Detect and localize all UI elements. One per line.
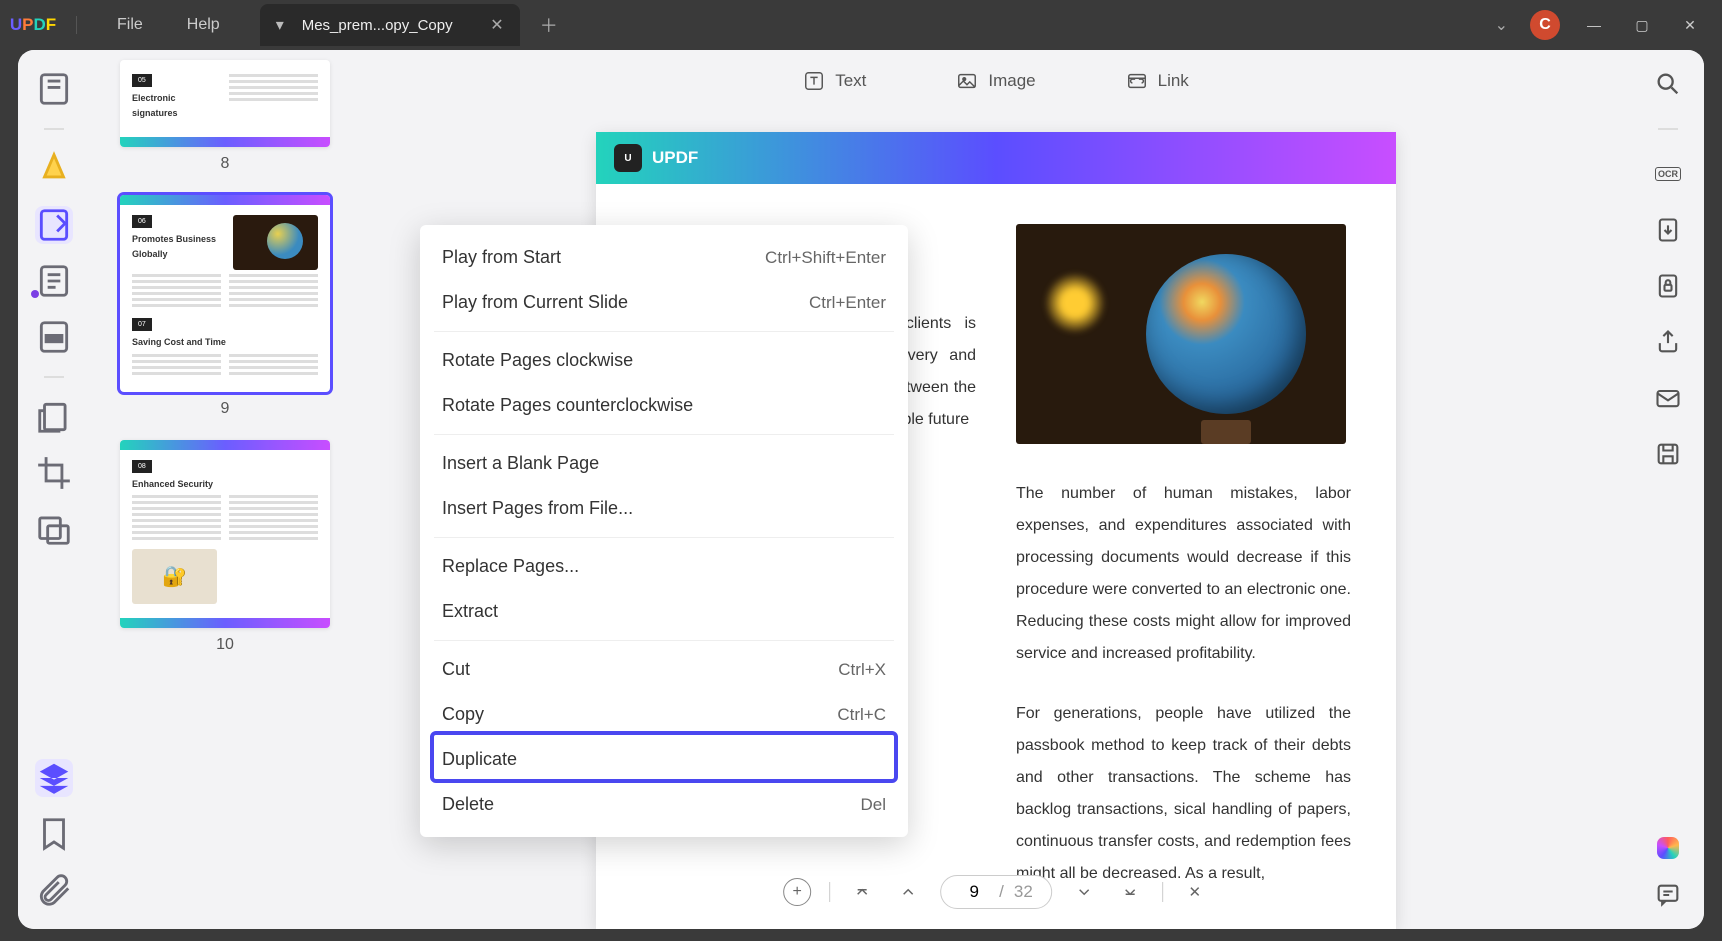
organize-tool-icon[interactable] xyxy=(35,262,73,300)
ctx-insert-from-file[interactable]: Insert Pages from File... xyxy=(420,486,908,531)
edit-tool-icon[interactable] xyxy=(35,206,73,244)
comment-panel-icon[interactable] xyxy=(1654,881,1682,909)
page-input[interactable]: / 32 xyxy=(940,875,1052,909)
doc-paragraph: The number of human mistakes, labor expe… xyxy=(1016,478,1351,670)
thumbnail-page-9[interactable]: 06 Promotes Business Globally 07 Saving … xyxy=(120,195,330,418)
new-tab-button[interactable]: ＋ xyxy=(540,12,558,38)
ctx-delete[interactable]: DeleteDel xyxy=(420,782,908,827)
layers-icon[interactable] xyxy=(35,759,73,797)
ctx-insert-blank[interactable]: Insert a Blank Page xyxy=(420,441,908,486)
menu-file[interactable]: File xyxy=(95,16,165,34)
add-link-button[interactable]: Link xyxy=(1126,70,1189,92)
first-page-button[interactable] xyxy=(848,878,876,906)
close-pager-button[interactable]: ✕ xyxy=(1181,878,1209,906)
ctx-rotate-cw[interactable]: Rotate Pages clockwise xyxy=(420,338,908,383)
app-logo[interactable]: UPDF xyxy=(8,10,58,40)
close-button[interactable]: ✕ xyxy=(1666,10,1714,40)
ctx-replace-pages[interactable]: Replace Pages... xyxy=(420,544,908,589)
ctx-duplicate[interactable]: Duplicate xyxy=(420,737,908,782)
pager: + / 32 ✕ xyxy=(783,875,1209,909)
doc-globe-image xyxy=(1016,224,1346,444)
thumbnail-page-10[interactable]: 08 Enhanced Security 🔐 10 xyxy=(120,440,330,655)
thumbnail-panel: 05 Electronic signatures 8 06 xyxy=(90,50,360,929)
total-pages: 32 xyxy=(1014,882,1033,902)
theme-icon[interactable] xyxy=(1657,837,1679,859)
doc-paragraph: For generations, people have utilized th… xyxy=(1016,698,1351,890)
last-page-button[interactable] xyxy=(1116,878,1144,906)
bookmark-icon[interactable] xyxy=(35,815,73,853)
crop-tool-icon[interactable] xyxy=(35,454,73,492)
thumbnail-page-8[interactable]: 05 Electronic signatures 8 xyxy=(120,60,330,173)
add-image-button[interactable]: Image xyxy=(956,70,1035,92)
doc-brand: UPDF xyxy=(652,148,698,168)
comment-tool-icon[interactable] xyxy=(35,150,73,188)
zoom-in-button[interactable]: + xyxy=(783,878,811,906)
prev-page-button[interactable] xyxy=(894,878,922,906)
ctx-copy[interactable]: CopyCtrl+C xyxy=(420,692,908,737)
add-text-button[interactable]: Text xyxy=(803,70,866,92)
redact-tool-icon[interactable] xyxy=(35,318,73,356)
email-icon[interactable] xyxy=(1654,384,1682,412)
ctx-rotate-ccw[interactable]: Rotate Pages counterclockwise xyxy=(420,383,908,428)
indicator-dot xyxy=(31,290,39,298)
tab-title: Mes_prem...opy_Copy xyxy=(302,17,475,34)
avatar[interactable]: C xyxy=(1530,10,1560,40)
watermark-tool-icon[interactable] xyxy=(35,510,73,548)
next-page-button[interactable] xyxy=(1070,878,1098,906)
ocr-icon[interactable]: OCR xyxy=(1654,160,1682,188)
tab-dropdown-icon[interactable]: ▾ xyxy=(276,15,284,35)
ctx-play-from-start[interactable]: Play from StartCtrl+Shift+Enter xyxy=(420,235,908,280)
menu-help[interactable]: Help xyxy=(165,16,242,34)
minimize-button[interactable]: — xyxy=(1570,10,1618,40)
attachment-icon[interactable] xyxy=(35,871,73,909)
ctx-cut[interactable]: CutCtrl+X xyxy=(420,647,908,692)
share-icon[interactable] xyxy=(1654,328,1682,356)
tab-close-icon[interactable]: ✕ xyxy=(490,15,503,35)
pages-tool-icon[interactable] xyxy=(35,398,73,436)
context-menu: Play from StartCtrl+Shift+Enter Play fro… xyxy=(420,225,908,837)
ctx-extract[interactable]: Extract xyxy=(420,589,908,634)
document-tab[interactable]: ▾ Mes_prem...opy_Copy ✕ xyxy=(260,4,520,46)
save-icon[interactable] xyxy=(1654,440,1682,468)
maximize-button[interactable]: ▢ xyxy=(1618,10,1666,40)
chevron-down-icon[interactable]: ⌄ xyxy=(1495,15,1508,35)
current-page-field[interactable] xyxy=(959,882,989,902)
page-separator: / xyxy=(999,882,1004,902)
updf-logo-icon: U xyxy=(614,144,642,172)
protect-icon[interactable] xyxy=(1654,272,1682,300)
search-icon[interactable] xyxy=(1654,70,1682,98)
convert-icon[interactable] xyxy=(1654,216,1682,244)
ctx-play-from-current[interactable]: Play from Current SlideCtrl+Enter xyxy=(420,280,908,325)
globe-thumbnail-icon xyxy=(233,215,318,270)
reader-tool-icon[interactable] xyxy=(35,70,73,108)
